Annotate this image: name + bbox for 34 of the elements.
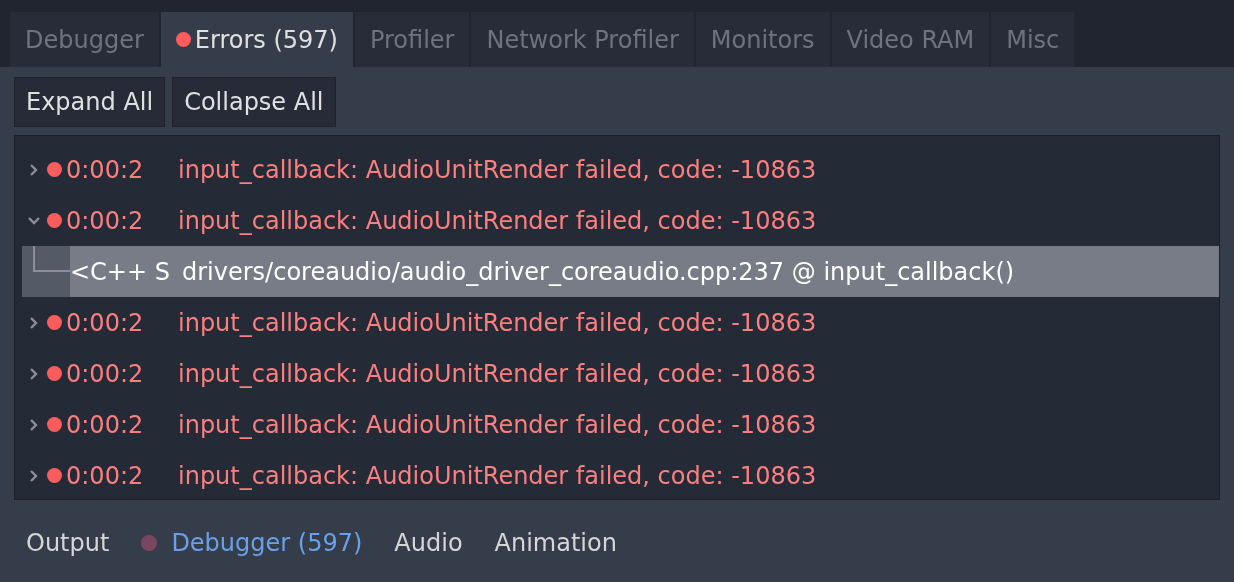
tab[interactable]: Errors (597) [160, 12, 353, 67]
tab[interactable]: Misc [991, 12, 1075, 67]
tab[interactable]: Network Profiler [471, 12, 694, 67]
error-message: input_callback: AudioUnitRender failed, code: -10863 [178, 307, 817, 339]
stack-location: drivers/coreaudio/audio_driver_coreaudio.cpp:237 @ input_callback() [182, 256, 1015, 288]
tab[interactable]: Profiler [354, 12, 470, 67]
panel-tab[interactable]: Audio [394, 524, 463, 561]
error-message: input_callback: AudioUnitRender failed, code: -10863 [178, 460, 817, 492]
toolbar-button[interactable]: Collapse All [172, 77, 336, 127]
error-row[interactable]: 0:00:2 input_callback: AudioUnitRender failed, code: -10863 [22, 144, 1219, 195]
tab[interactable]: Debugger [10, 12, 159, 67]
tab[interactable]: Video RAM [831, 12, 990, 67]
error-row[interactable]: 0:00:2 input_callback: AudioUnitRender failed, code: -10863 [22, 399, 1219, 450]
panel-tab[interactable]: Animation [494, 524, 617, 561]
timestamp: 0:00:2 [66, 154, 145, 186]
error-message: input_callback: AudioUnitRender failed, code: -10863 [178, 205, 817, 237]
timestamp: 0:00:2 [66, 460, 145, 492]
stack-row[interactable]: <C++ S drivers/coreaudio/audio_driver_coreaudio.cpp:237 @ input_callback() [22, 246, 1219, 297]
tab[interactable]: Monitors [695, 12, 830, 67]
error-message: input_callback: AudioUnitRender failed, code: -10863 [178, 154, 817, 186]
error-row[interactable]: 0:00:2 input_callback: AudioUnitRender failed, code: -10863 [22, 195, 1219, 246]
timestamp: 0:00:2 [66, 307, 145, 339]
toolbar-button[interactable]: Expand All [14, 77, 166, 127]
panel-tab[interactable]: Output [26, 524, 110, 561]
error-message: input_callback: AudioUnitRender failed, code: -10863 [178, 409, 817, 441]
error-row[interactable]: 0:00:2 input_callback: AudioUnitRender failed, code: -10863 [22, 450, 1219, 501]
panel-tab[interactable]: Debugger (597) [141, 524, 363, 561]
timestamp: 0:00:2 [66, 409, 145, 441]
source-label: <C++ S [70, 256, 171, 288]
error-row[interactable]: 0:00:2 input_callback: AudioUnitRender failed, code: -10863 [22, 348, 1219, 399]
timestamp: 0:00:2 [66, 358, 145, 390]
timestamp: 0:00:2 [66, 205, 145, 237]
error-message: input_callback: AudioUnitRender failed, code: -10863 [178, 358, 817, 390]
error-row[interactable]: 0:00:2 input_callback: AudioUnitRender failed, code: -10863 [22, 297, 1219, 348]
